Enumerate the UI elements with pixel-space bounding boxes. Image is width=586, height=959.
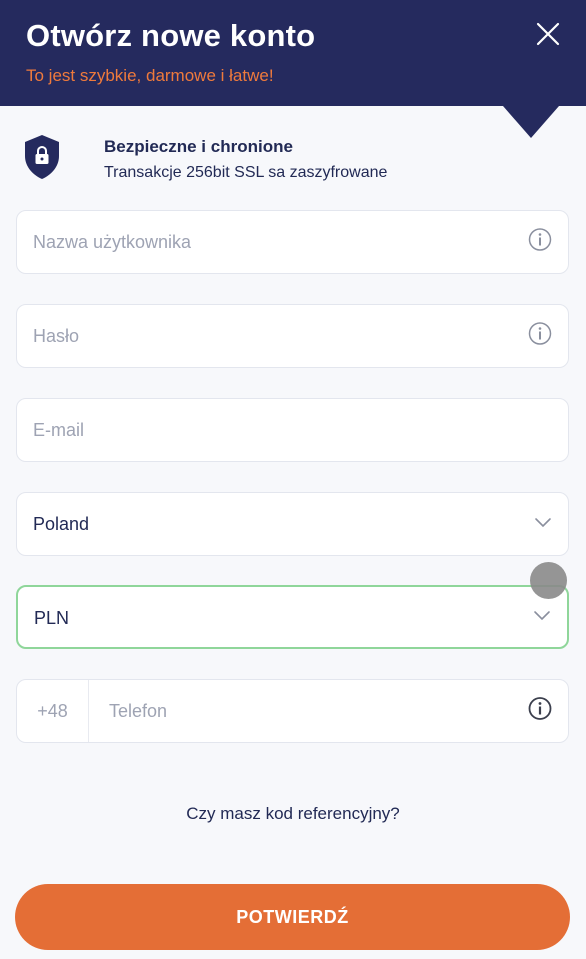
phone-prefix: +48 <box>17 680 89 742</box>
info-icon[interactable] <box>528 697 552 726</box>
info-icon[interactable] <box>528 322 552 351</box>
chevron-down-icon[interactable] <box>534 515 552 533</box>
email-field[interactable] <box>16 398 569 462</box>
submit-button[interactable]: POTWIERDŹ <box>15 884 570 950</box>
security-text: Transakcje 256bit SSL sa zaszyfrowane <box>104 164 388 181</box>
password-input[interactable] <box>33 305 513 367</box>
shield-lock-icon <box>24 134 60 180</box>
email-input[interactable] <box>33 399 513 461</box>
country-select[interactable]: Poland <box>16 492 569 556</box>
country-value: Poland <box>33 514 90 534</box>
security-notice: Bezpieczne i chronione Transakcje 256bit… <box>24 132 544 188</box>
password-field[interactable] <box>16 304 569 368</box>
page-title: Otwórz nowe konto <box>26 18 316 53</box>
phone-input[interactable] <box>109 680 509 742</box>
modal-header: Otwórz nowe konto To jest szybkie, darmo… <box>0 0 586 106</box>
phone-field[interactable]: +48 <box>16 679 569 743</box>
info-icon[interactable] <box>528 228 552 257</box>
username-input[interactable] <box>33 211 513 273</box>
chevron-down-icon[interactable] <box>533 608 551 626</box>
referral-code-link[interactable]: Czy masz kod referencyjny? <box>0 804 586 824</box>
currency-value: PLN <box>34 608 70 628</box>
cursor-indicator <box>530 562 567 599</box>
username-field[interactable] <box>16 210 569 274</box>
page-subtitle: To jest szybkie, darmowe i łatwe! <box>26 66 274 85</box>
currency-select[interactable]: PLN <box>16 585 569 649</box>
security-title: Bezpieczne i chronione <box>104 137 293 156</box>
close-icon[interactable] <box>536 22 560 46</box>
